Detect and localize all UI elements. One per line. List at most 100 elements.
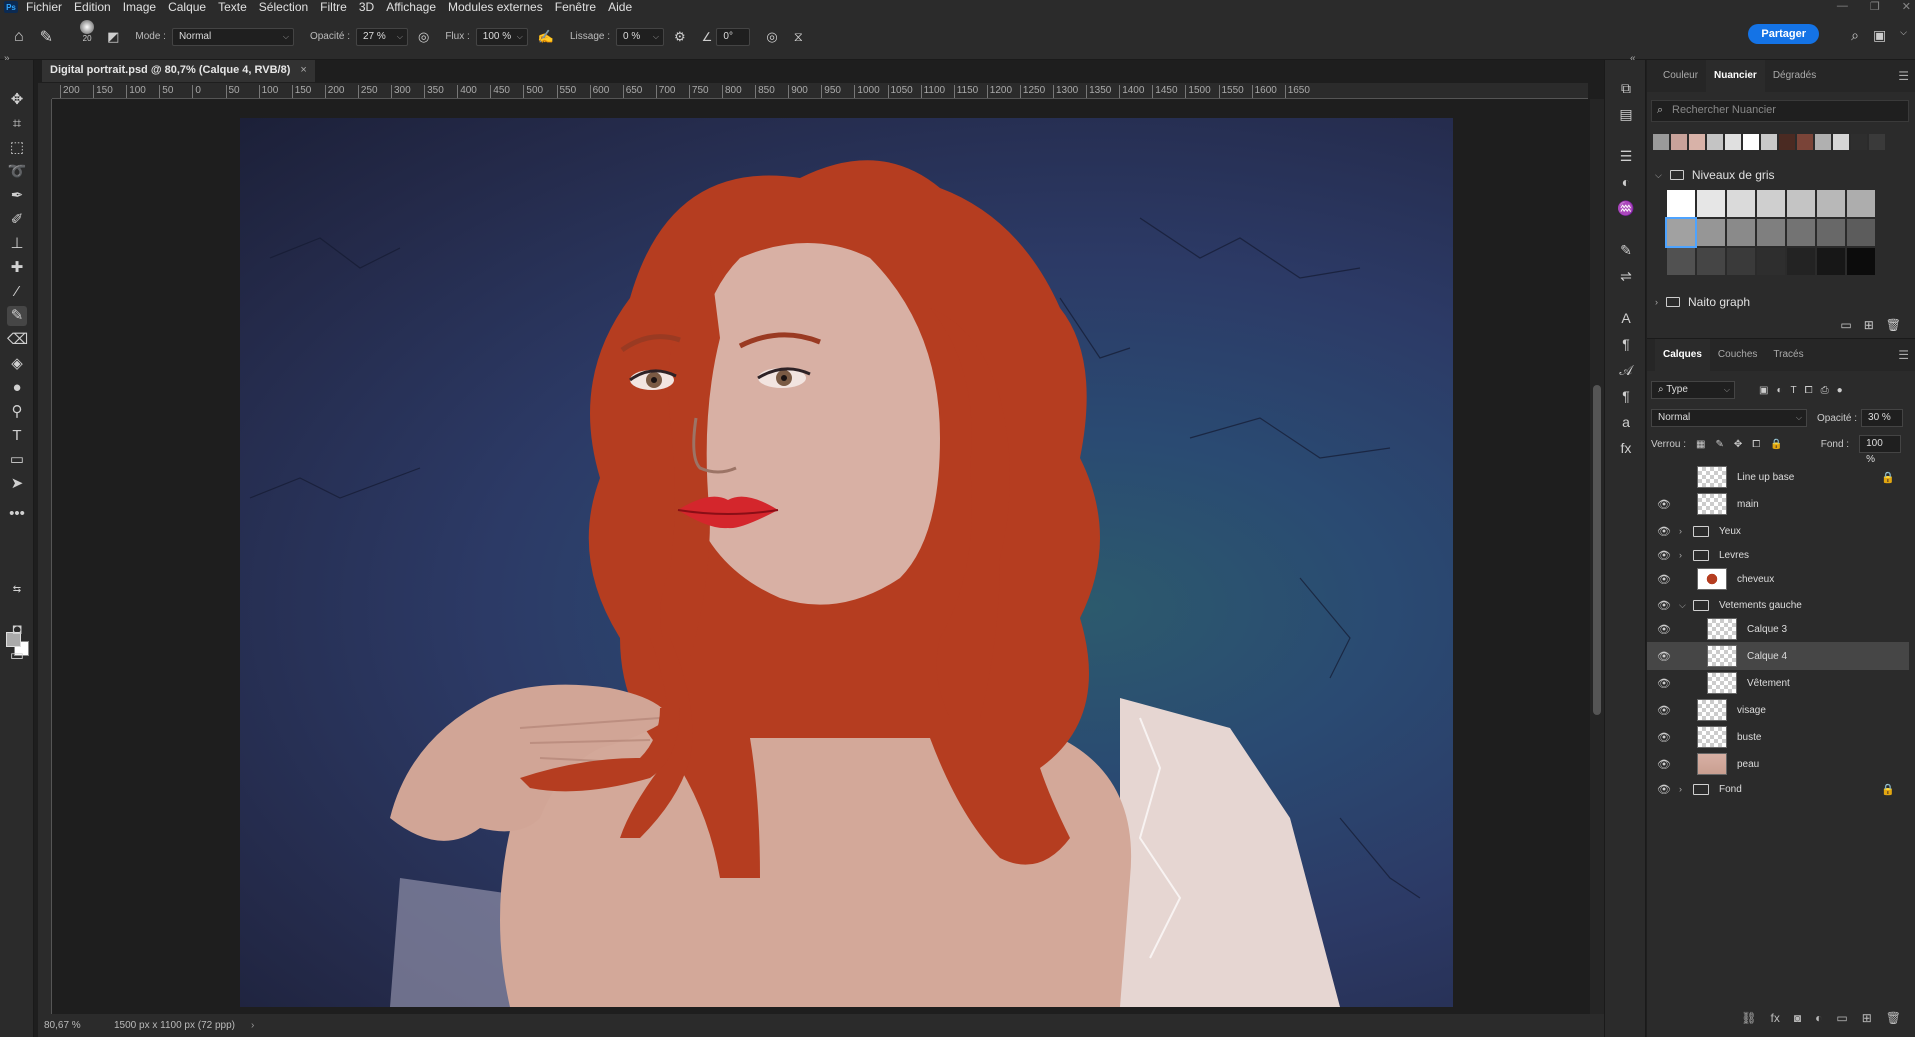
new-group-icon[interactable]: ▭	[1840, 318, 1851, 332]
opacity-field[interactable]: 27 % ⌵	[355, 27, 408, 46]
mode-select[interactable]: Normal ⌵	[171, 27, 294, 46]
swatch-group-naito-graph[interactable]: › Naito graph	[1655, 293, 1750, 311]
quick-select-tool-icon[interactable]: ✐	[7, 210, 27, 230]
layer-opacity-field[interactable]: 30 %	[1861, 409, 1904, 427]
share-button[interactable]: Partager	[1748, 24, 1819, 44]
symmetry-icon[interactable]: ⧖	[794, 29, 803, 45]
blend-mode-select[interactable]: Normal ⌵	[1651, 409, 1807, 427]
gray-swatch[interactable]	[1727, 248, 1755, 275]
filter-type-icon[interactable]: T	[1791, 385, 1797, 396]
chevron-down-icon[interactable]: ⌵	[1900, 27, 1907, 44]
visibility-eye-icon[interactable]: 👁	[1657, 525, 1671, 538]
blur-tool-icon[interactable]: ●	[7, 378, 27, 398]
chevron-right-icon[interactable]: ›	[1679, 550, 1689, 560]
new-group-icon[interactable]: ▭	[1836, 1011, 1847, 1025]
rectangle-tool-icon[interactable]: ▭	[7, 450, 27, 470]
gray-swatch[interactable]	[1787, 219, 1815, 246]
brush-settings-icon[interactable]: ◩	[107, 29, 119, 45]
gray-swatch[interactable]	[1697, 248, 1725, 275]
more-tools-icon[interactable]: •••	[7, 504, 27, 524]
menu-item[interactable]: Sélection	[259, 0, 308, 14]
brush-tool-icon[interactable]: ✎	[7, 306, 27, 326]
color-swatch[interactable]	[1779, 134, 1795, 150]
gear-icon[interactable]: ⚙	[674, 29, 686, 45]
color-swatch[interactable]	[1725, 134, 1741, 150]
swap-colors-icon[interactable]: ⇆	[7, 580, 27, 600]
eraser-tool-icon[interactable]: ⌫	[7, 330, 28, 350]
menu-item[interactable]: 3D	[359, 0, 374, 14]
layer-row[interactable]: Line up base 🔒	[1647, 463, 1909, 491]
menu-item[interactable]: Image	[123, 0, 156, 14]
brush-settings-icon[interactable]: ✎	[1616, 242, 1636, 260]
menu-item[interactable]: Filtre	[320, 0, 347, 14]
new-swatch-icon[interactable]: ⊞	[1864, 318, 1874, 332]
visibility-eye-icon[interactable]: 👁	[1657, 498, 1671, 511]
chevron-right-icon[interactable]: ›	[1655, 297, 1658, 307]
pen-tool-icon[interactable]: ✒	[7, 186, 27, 206]
layer-style-icon[interactable]: fx	[1771, 1011, 1780, 1025]
visibility-eye-icon[interactable]: 👁	[1657, 704, 1671, 717]
layer-row[interactable]: 👁 buste	[1647, 723, 1909, 751]
lock-all-icon[interactable]: 🔒	[1770, 439, 1782, 450]
color-swatch[interactable]	[1689, 134, 1705, 150]
minimize-icon[interactable]: —	[1837, 0, 1848, 13]
type-tool-icon[interactable]: T	[7, 426, 27, 446]
visibility-eye-icon[interactable]: 👁	[1657, 623, 1671, 636]
paragraph-styles-icon[interactable]: ¶	[1616, 388, 1636, 406]
filter-smart-icon[interactable]: ⎙	[1821, 385, 1829, 396]
chevron-right-icon[interactable]: ›	[251, 1020, 254, 1031]
layer-row[interactable]: 👁 Vêtement	[1647, 669, 1909, 697]
gray-swatch[interactable]	[1757, 190, 1785, 217]
gray-swatch[interactable]	[1727, 219, 1755, 246]
gray-swatch[interactable]	[1847, 219, 1875, 246]
menu-item[interactable]: Fichier	[26, 0, 62, 14]
zoom-level[interactable]: 80,67 %	[44, 1020, 108, 1031]
visibility-eye-icon[interactable]: 👁	[1657, 783, 1671, 796]
path-select-tool-icon[interactable]: ➤	[7, 474, 27, 494]
flux-field[interactable]: 100 % ⌵	[475, 27, 528, 46]
layer-row[interactable]: 👁 visage	[1647, 696, 1909, 724]
airbrush-icon[interactable]: ✍	[538, 29, 554, 45]
document-tab[interactable]: Digital portrait.psd @ 80,7% (Calque 4, …	[42, 60, 315, 82]
menu-item[interactable]: Modules externes	[448, 0, 543, 14]
panel-menu-icon[interactable]: ☰	[1898, 348, 1909, 362]
lock-transparent-icon[interactable]: ▦	[1696, 439, 1705, 450]
visibility-eye-icon[interactable]: 👁	[1657, 549, 1671, 562]
lock-artboard-icon[interactable]: ⧠	[1752, 439, 1760, 450]
history-icon[interactable]: ⧉	[1616, 80, 1636, 98]
layer-row[interactable]: 👁 main	[1647, 490, 1909, 518]
visibility-eye-icon[interactable]: 👁	[1657, 677, 1671, 690]
filter-pixel-icon[interactable]: ▣	[1759, 385, 1768, 396]
adjustment-layer-icon[interactable]: ◐	[1815, 1011, 1822, 1025]
menu-item[interactable]: Fenêtre	[555, 0, 596, 14]
layer-row[interactable]: 👁 › Fond 🔒	[1647, 775, 1909, 803]
layer-row[interactable]: 👁 cheveux	[1647, 565, 1909, 593]
swatch-search-input[interactable]: ⌕ Rechercher Nuancier	[1651, 100, 1909, 122]
color-swatch[interactable]	[1761, 134, 1777, 150]
styles-fx-icon[interactable]: fx	[1616, 440, 1636, 458]
quick-mask-icon[interactable]: ◘	[7, 620, 27, 640]
home-icon[interactable]: ⌂	[14, 28, 24, 46]
gray-swatch[interactable]	[1667, 248, 1695, 275]
color-swatch[interactable]	[1797, 134, 1813, 150]
layer-row[interactable]: 👁 Calque 3	[1647, 615, 1909, 643]
gray-swatch[interactable]	[1817, 190, 1845, 217]
scroll-thumb[interactable]	[1593, 385, 1601, 715]
color-wheel-icon[interactable]: ◐	[1616, 174, 1636, 192]
color-swatch[interactable]	[1869, 134, 1885, 150]
color-swatch[interactable]	[1671, 134, 1687, 150]
crop-tool-icon[interactable]: ⌗	[7, 114, 27, 134]
brushes-icon[interactable]: ♒	[1616, 200, 1636, 218]
layer-row[interactable]: 👁 peau	[1647, 750, 1909, 778]
trash-icon[interactable]: 🗑	[1886, 1011, 1901, 1025]
color-swatch[interactable]	[1707, 134, 1723, 150]
clone-stamp-tool-icon[interactable]: ⊥	[7, 234, 27, 254]
gray-swatch[interactable]	[1787, 248, 1815, 275]
gray-swatch[interactable]	[1847, 190, 1875, 217]
dodge-tool-icon[interactable]: ⚲	[7, 402, 27, 422]
angle-field[interactable]: 0°	[716, 27, 751, 46]
menu-item[interactable]: Edition	[74, 0, 111, 14]
brush-tool-preset-icon[interactable]: ✎	[40, 27, 53, 47]
comments-icon[interactable]: ▤	[1616, 106, 1636, 124]
gray-swatch[interactable]	[1787, 190, 1815, 217]
